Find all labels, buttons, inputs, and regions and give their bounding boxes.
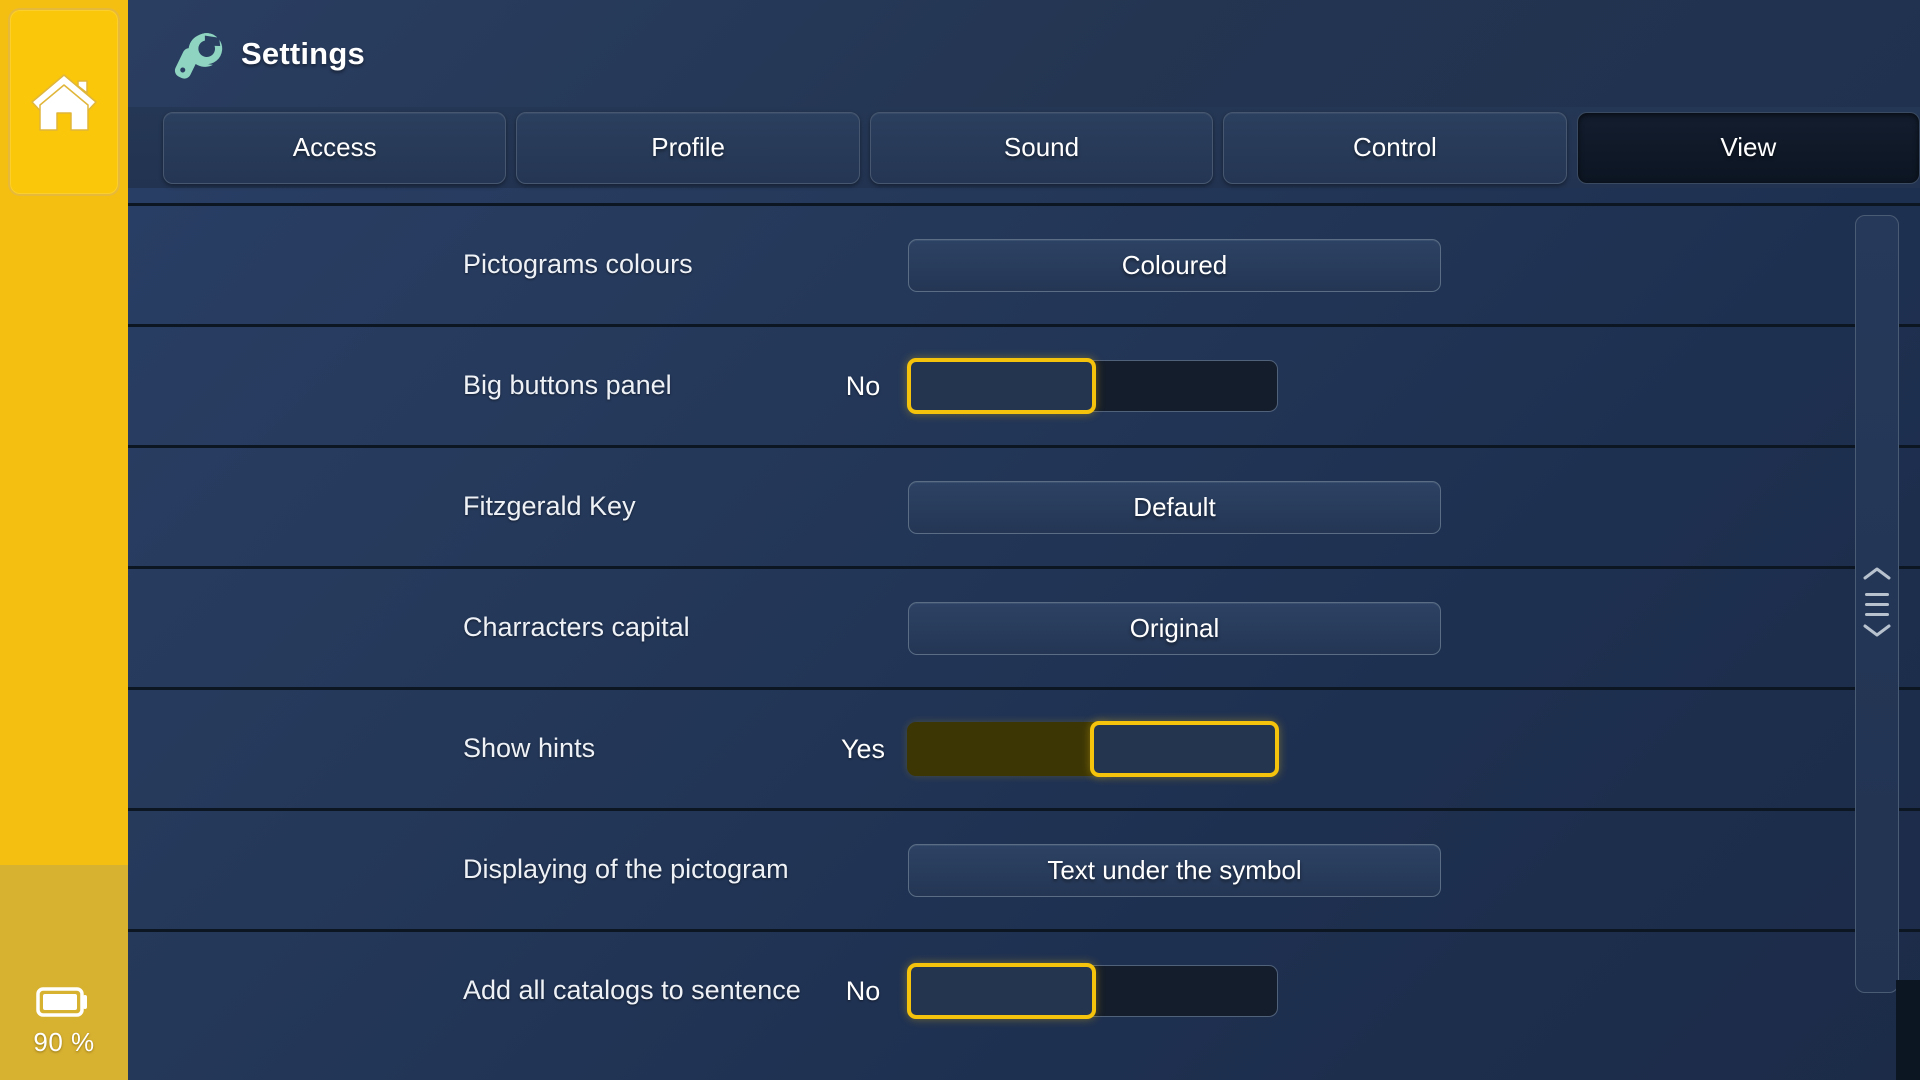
setting-label-big-buttons-panel: Big buttons panel bbox=[463, 370, 818, 401]
vertical-scrollbar[interactable] bbox=[1855, 215, 1899, 993]
setting-control: Coloured bbox=[818, 239, 1920, 292]
tab-sound[interactable]: Sound bbox=[870, 112, 1213, 184]
setting-control: Default bbox=[818, 481, 1920, 534]
value-button-charracters-capital[interactable]: Original bbox=[908, 602, 1441, 655]
battery-percent-label: 90 % bbox=[33, 1027, 94, 1058]
setting-label-pictograms-colours: Pictograms colours bbox=[463, 249, 818, 280]
setting-label-charracters-capital: Charracters capital bbox=[463, 612, 818, 643]
toggle-group-add-all-catalogs: No bbox=[818, 965, 1278, 1017]
corner-filler bbox=[1896, 980, 1920, 1080]
page-header: Settings bbox=[128, 0, 1920, 107]
toggle-knob bbox=[907, 358, 1096, 414]
tab-profile[interactable]: Profile bbox=[516, 112, 859, 184]
settings-list-area: Pictograms colours Coloured Big buttons … bbox=[128, 188, 1920, 1080]
drag-handle-icon bbox=[1865, 593, 1889, 596]
chevron-up-icon[interactable] bbox=[1862, 566, 1892, 586]
home-icon bbox=[28, 69, 100, 135]
setting-control: No bbox=[818, 360, 1920, 412]
table-row: Fitzgerald Key Default bbox=[128, 445, 1920, 566]
value-button-fitzgerald-key[interactable]: Default bbox=[908, 481, 1441, 534]
value-button-pictograms-colours[interactable]: Coloured bbox=[908, 239, 1441, 292]
table-row: Charracters capital Original bbox=[128, 566, 1920, 687]
toggle-state-label: No bbox=[818, 371, 908, 402]
drag-handle-icon bbox=[1865, 603, 1889, 606]
battery-status: 90 % bbox=[0, 865, 128, 1080]
drag-handle-icon bbox=[1865, 613, 1889, 616]
settings-screen: 90 % Settings bbox=[0, 0, 1920, 1080]
toggle-state-label: Yes bbox=[818, 734, 908, 765]
setting-control: Text under the symbol bbox=[818, 844, 1920, 897]
table-row: Add all catalogs to sentence No bbox=[128, 929, 1920, 1050]
chevron-down-icon[interactable] bbox=[1862, 623, 1892, 643]
page-title: Settings bbox=[241, 36, 365, 72]
scrollbar-thumb[interactable] bbox=[1862, 566, 1892, 643]
setting-control: Yes bbox=[818, 723, 1920, 775]
settings-list: Pictograms colours Coloured Big buttons … bbox=[128, 188, 1920, 1080]
value-button-displaying-of-the-pictogram[interactable]: Text under the symbol bbox=[908, 844, 1441, 897]
tab-control[interactable]: Control bbox=[1223, 112, 1566, 184]
tab-access[interactable]: Access bbox=[163, 112, 506, 184]
settings-tabbar: Access Profile Sound Control View bbox=[128, 107, 1920, 188]
toggle-state-label: No bbox=[818, 976, 908, 1007]
setting-label-add-all-catalogs-to-sentence: Add all catalogs to sentence bbox=[463, 975, 818, 1006]
table-row: Show hints Yes bbox=[128, 687, 1920, 808]
setting-label-displaying-of-the-pictogram: Displaying of the pictogram bbox=[463, 854, 818, 885]
setting-control: No bbox=[818, 965, 1920, 1017]
setting-label-show-hints: Show hints bbox=[463, 733, 818, 764]
setting-label-fitzgerald-key: Fitzgerald Key bbox=[463, 491, 818, 522]
toggle-big-buttons-panel[interactable] bbox=[908, 360, 1278, 412]
table-row: Pictograms colours Coloured bbox=[128, 203, 1920, 324]
setting-control: Original bbox=[818, 602, 1920, 655]
toggle-fill bbox=[907, 722, 1112, 776]
toggle-group-big-buttons-panel: No bbox=[818, 360, 1278, 412]
main-panel: Settings Access Profile Sound Control Vi… bbox=[128, 0, 1920, 1080]
home-button[interactable] bbox=[8, 8, 120, 196]
toggle-show-hints[interactable] bbox=[908, 723, 1278, 775]
table-row: Big buttons panel No bbox=[128, 324, 1920, 445]
toggle-knob bbox=[1090, 721, 1279, 777]
wrench-icon bbox=[163, 23, 225, 85]
toggle-group-show-hints: Yes bbox=[818, 723, 1278, 775]
sidebar: 90 % bbox=[0, 0, 128, 1080]
toggle-add-all-catalogs[interactable] bbox=[908, 965, 1278, 1017]
tab-view[interactable]: View bbox=[1577, 112, 1920, 184]
toggle-knob bbox=[907, 963, 1096, 1019]
table-row: Displaying of the pictogram Text under t… bbox=[128, 808, 1920, 929]
battery-icon bbox=[36, 985, 92, 1027]
